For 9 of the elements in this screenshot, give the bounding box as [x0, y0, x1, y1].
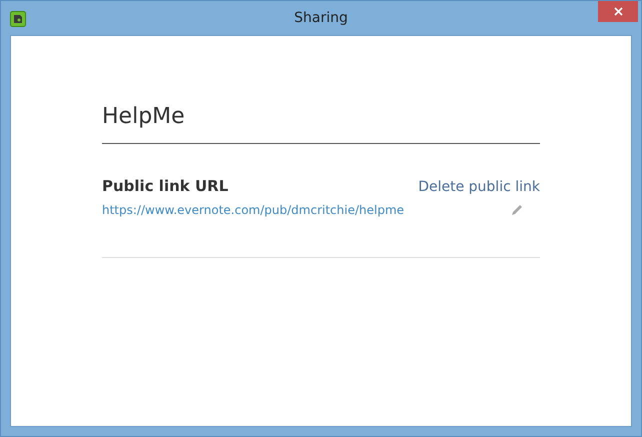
app-logo-icon: [10, 11, 26, 27]
public-link-url[interactable]: https://www.evernote.com/pub/dmcritchie/helpme: [102, 203, 404, 217]
public-link-label: Public link URL: [102, 177, 228, 195]
close-button[interactable]: [598, 1, 638, 22]
pencil-icon[interactable]: [510, 203, 524, 217]
close-icon: [614, 7, 622, 16]
note-title: HelpMe: [102, 104, 540, 144]
window-title: Sharing: [294, 10, 348, 26]
delete-public-link[interactable]: Delete public link: [418, 179, 540, 195]
